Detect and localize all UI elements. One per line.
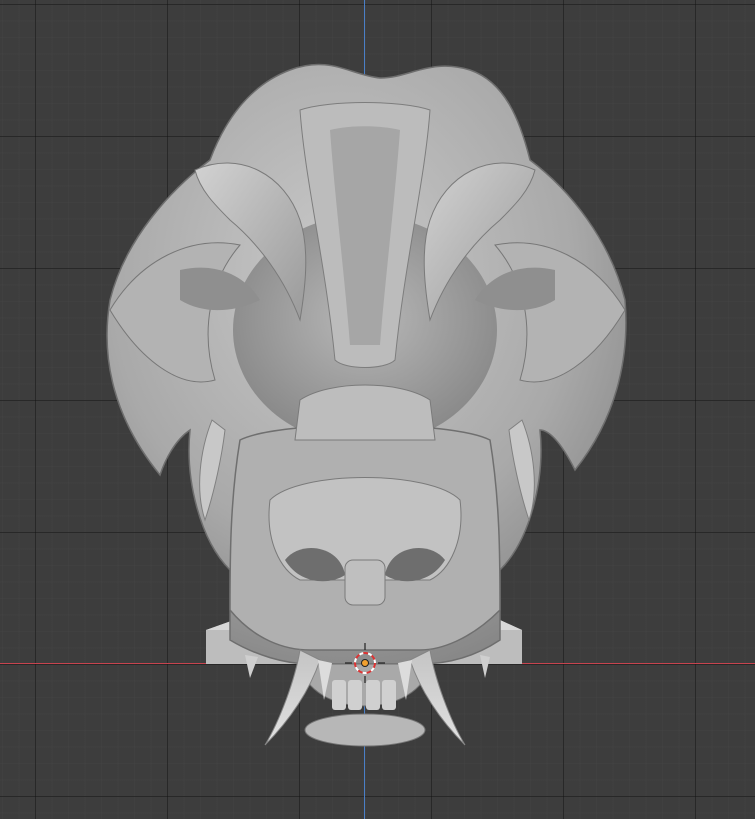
skull-mesh[interactable] <box>0 0 755 819</box>
3d-viewport[interactable] <box>0 0 755 819</box>
